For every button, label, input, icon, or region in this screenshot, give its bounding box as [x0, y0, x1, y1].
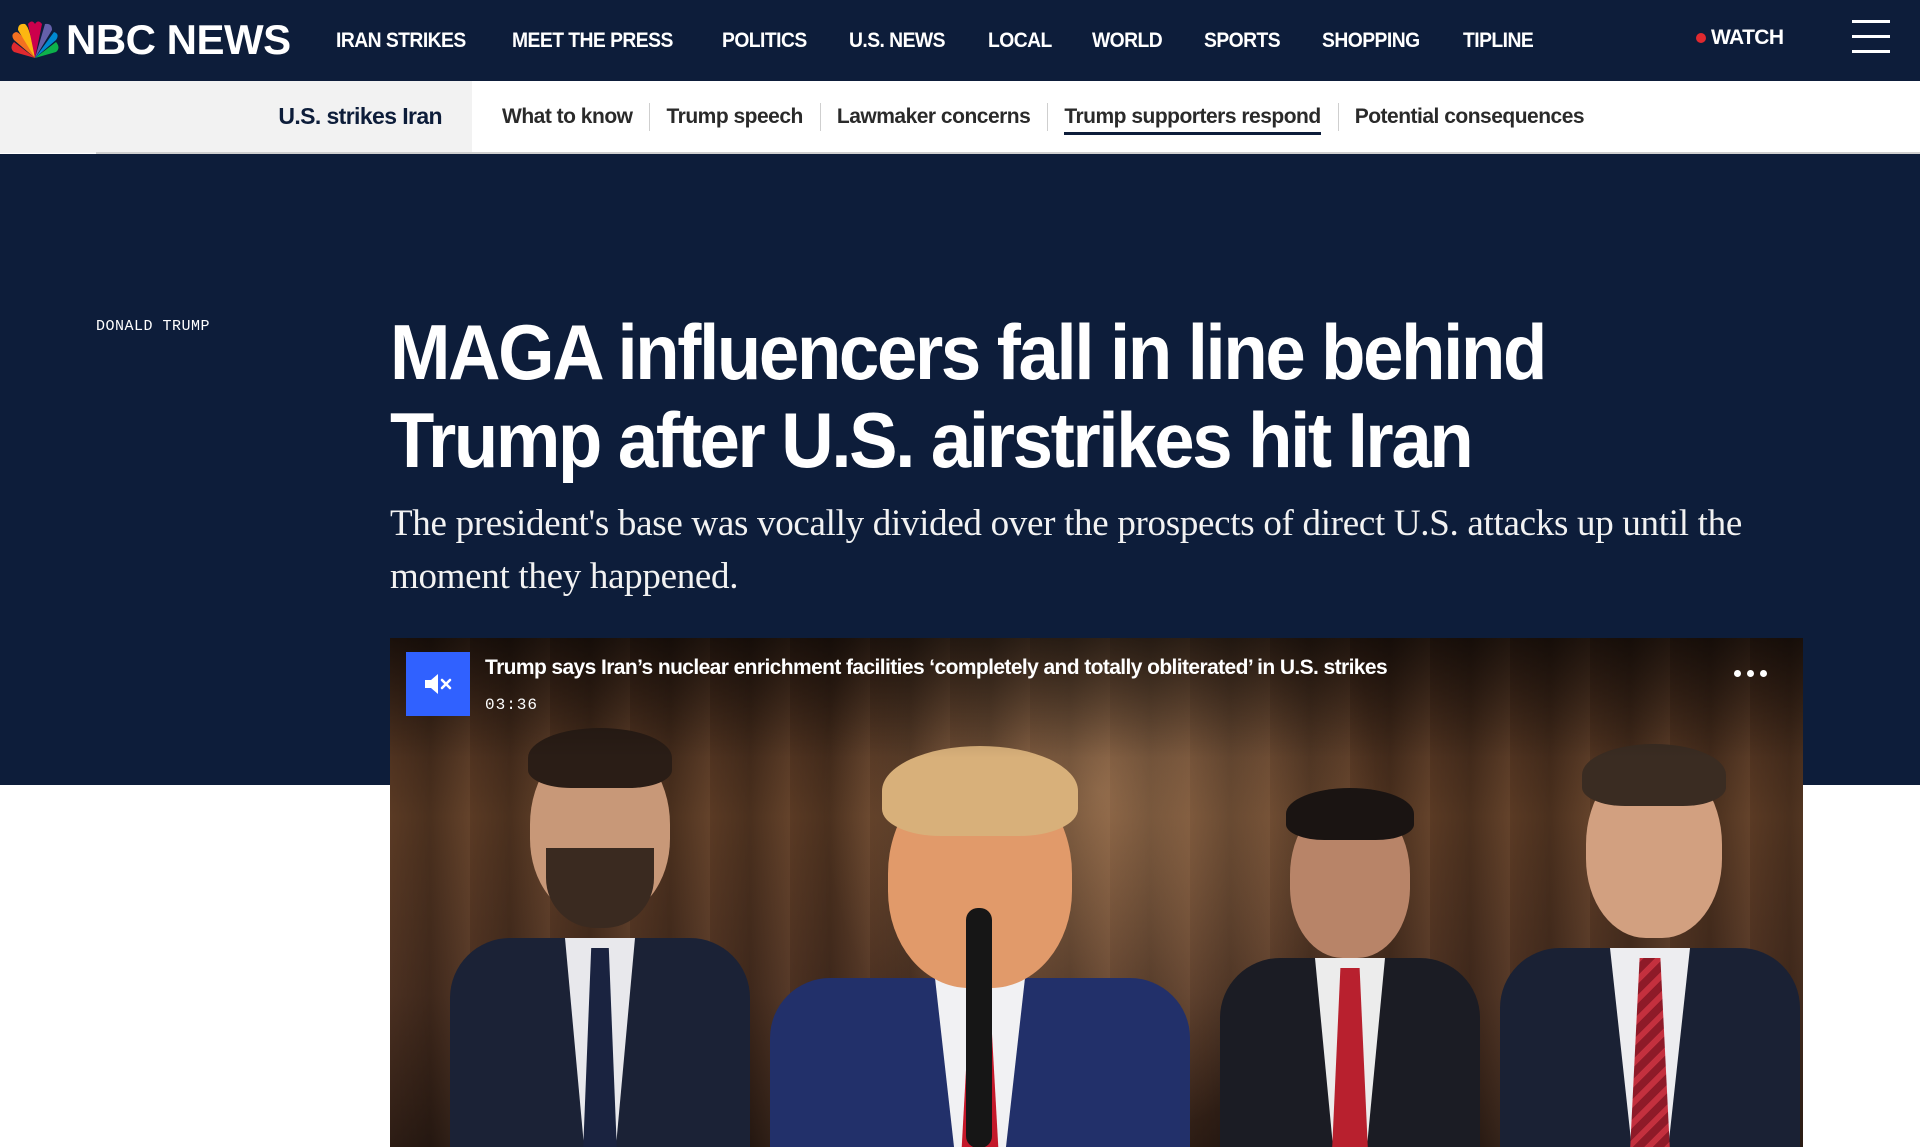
topic-link-potential-consequences[interactable]: Potential consequences [1337, 81, 1601, 153]
main-nav: IRAN STRIKES MEET THE PRESS POLITICS U.S… [336, 0, 1574, 81]
topic-link-label: Potential consequences [1354, 105, 1585, 128]
video-player[interactable]: Trump says Iran’s nuclear enrichment fac… [390, 638, 1803, 1147]
topic-navigation: U.S. strikes Iran What to know Trump spe… [0, 81, 1920, 153]
watch-label: WATCH [1711, 26, 1784, 49]
topic-label-panel: U.S. strikes Iran [0, 81, 472, 153]
peacock-icon [11, 21, 59, 58]
video-duration: 03:36 [485, 696, 539, 714]
video-person [770, 728, 1190, 1147]
mute-button[interactable] [406, 652, 470, 716]
nav-world[interactable]: WORLD [1092, 29, 1163, 53]
topic-title[interactable]: U.S. strikes Iran [278, 103, 442, 130]
video-person [1500, 708, 1800, 1147]
nav-tipline[interactable]: TIPLINE [1463, 29, 1534, 53]
top-navigation: NBC NEWS IRAN STRIKES MEET THE PRESS POL… [0, 0, 1920, 81]
more-options-icon[interactable] [1734, 670, 1784, 690]
watch-live-button[interactable]: WATCH [1696, 26, 1784, 50]
topic-link-label: What to know [502, 105, 633, 128]
topic-link-lawmaker-concerns[interactable]: Lawmaker concerns [819, 81, 1047, 153]
video-person [450, 698, 750, 1147]
topic-link-trump-speech[interactable]: Trump speech [649, 81, 819, 153]
nav-us-news[interactable]: U.S. NEWS [849, 29, 945, 53]
topic-links: What to know Trump speech Lawmaker conce… [502, 81, 1601, 153]
topic-link-what-to-know[interactable]: What to know [502, 81, 649, 153]
nav-sports[interactable]: SPORTS [1204, 29, 1281, 53]
nbc-news-logo[interactable]: NBC NEWS [8, 14, 291, 66]
topic-link-label: Trump supporters respond [1064, 105, 1321, 135]
video-title[interactable]: Trump says Iran’s nuclear enrichment fac… [485, 656, 1388, 680]
logo-wordmark: NBC NEWS [66, 16, 291, 63]
topic-link-trump-supporters-respond[interactable]: Trump supporters respond [1047, 81, 1337, 153]
live-indicator-icon [1696, 33, 1706, 43]
article-headline: MAGA influencers fall in line behind Tru… [390, 308, 1547, 484]
video-person [1220, 758, 1480, 1147]
speaker-muted-icon [425, 674, 452, 694]
nav-meet-the-press[interactable]: MEET THE PRESS [512, 29, 673, 53]
hamburger-menu-icon[interactable] [1852, 20, 1892, 56]
nav-shopping[interactable]: SHOPPING [1322, 29, 1420, 53]
topic-link-label: Lawmaker concerns [836, 105, 1031, 128]
nav-local[interactable]: LOCAL [988, 29, 1052, 53]
nav-iran-strikes[interactable]: IRAN STRIKES [336, 29, 466, 53]
article-dek: The president's base was vocally divided… [390, 503, 1742, 597]
topic-link-label: Trump speech [666, 105, 803, 128]
article-eyebrow[interactable]: DONALD TRUMP [96, 318, 210, 335]
nav-politics[interactable]: POLITICS [722, 29, 807, 53]
